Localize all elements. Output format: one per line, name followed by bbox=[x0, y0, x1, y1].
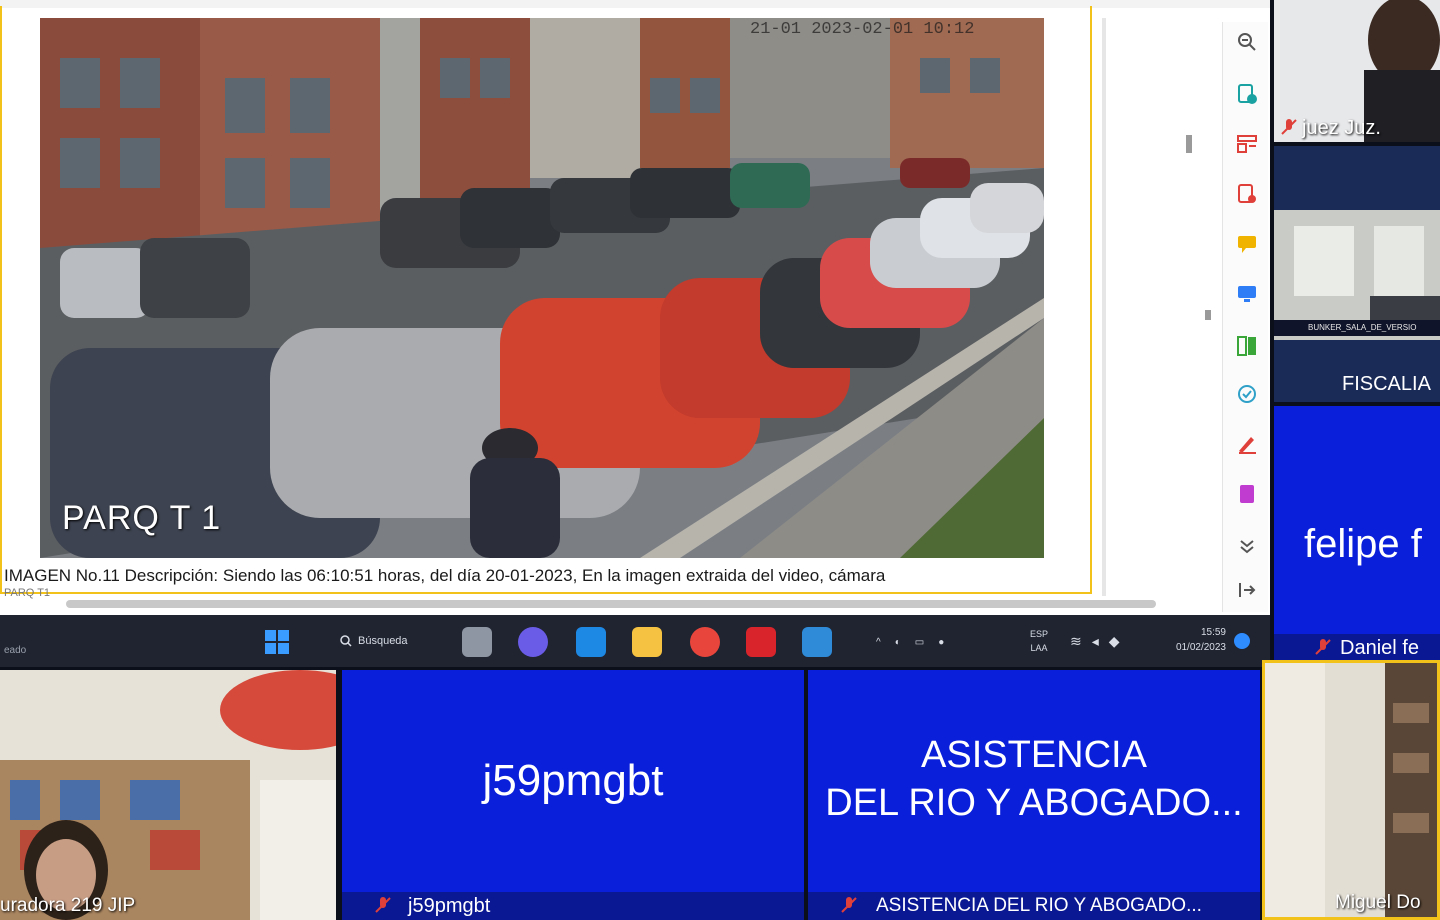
layout-icon[interactable] bbox=[1235, 132, 1259, 156]
mail-icon[interactable] bbox=[576, 627, 606, 657]
participant-video bbox=[1274, 146, 1440, 402]
windows-start-icon[interactable] bbox=[264, 629, 290, 655]
participant-tile-asistencia[interactable]: ASISTENCIA DEL RIO Y ABOGADO... ASISTENC… bbox=[808, 670, 1260, 920]
comment-icon[interactable] bbox=[1235, 232, 1259, 256]
file-explorer-icon[interactable] bbox=[632, 627, 662, 657]
participant-name: juez Juz. bbox=[1302, 116, 1381, 139]
participant-name: FISCALIA bbox=[1342, 372, 1431, 395]
clock-time: 15:59 bbox=[1200, 627, 1226, 638]
screen-share-icon[interactable] bbox=[1235, 282, 1259, 306]
participant-display-name-line1: ASISTENCIA bbox=[921, 734, 1147, 776]
sign-icon[interactable] bbox=[1235, 432, 1259, 456]
teams-chat-icon[interactable] bbox=[518, 627, 548, 657]
cctv-image: 21-01 2023-02-01 10:12 PARQ T 1 bbox=[40, 18, 1044, 558]
participant-tile-fiscalia[interactable]: BUNKER_SALA_DE_VERSIO FISCALIA bbox=[1274, 146, 1440, 402]
scroll-arrow-icon[interactable] bbox=[1205, 310, 1211, 320]
participant-name: uradora 219 JIP bbox=[0, 895, 136, 916]
add-document-icon[interactable] bbox=[1235, 82, 1259, 106]
export-document-icon[interactable] bbox=[1235, 182, 1259, 206]
keyboard-icon[interactable]: ▭ bbox=[915, 637, 924, 648]
zoom-icon[interactable] bbox=[1235, 30, 1259, 54]
participant-tile-juez[interactable]: juez Juz. bbox=[1274, 0, 1440, 142]
system-tray: ^ ◐ ▭ ● bbox=[876, 629, 944, 655]
participant-tile-curadora[interactable]: uradora 219 JIP bbox=[0, 670, 336, 920]
mic-off-icon bbox=[1315, 639, 1331, 655]
participant-video bbox=[1265, 663, 1437, 917]
participant-display-name-line2: DEL RIO Y ABOGADO... bbox=[825, 782, 1243, 824]
participant-tile-j59pmgbt[interactable]: j59pmgbt j59pmgbt bbox=[342, 670, 804, 920]
task-view-icon[interactable] bbox=[462, 627, 492, 657]
taskbar-left-text: eado bbox=[4, 645, 27, 656]
compare-icon[interactable] bbox=[1235, 334, 1259, 358]
pdf-tools-panel bbox=[1222, 22, 1268, 612]
acrobat-icon[interactable] bbox=[746, 627, 776, 657]
vertical-scroll-track[interactable] bbox=[1102, 18, 1106, 596]
meeting-window: 21-01 2023-02-01 10:12 PARQ T 1 IMAGEN N… bbox=[0, 0, 1440, 920]
participant-name: Miguel Do bbox=[1335, 892, 1421, 913]
search-label: Búsqueda bbox=[358, 635, 408, 647]
participant-display-name: j59pmgbt bbox=[482, 756, 664, 805]
camera-timestamp: 21-01 2023-02-01 10:12 bbox=[750, 20, 975, 39]
scan-icon[interactable] bbox=[1235, 382, 1259, 406]
image-caption-continued: PARQ T1 bbox=[4, 587, 51, 599]
shared-screen: 21-01 2023-02-01 10:12 PARQ T 1 IMAGEN N… bbox=[0, 0, 1270, 615]
search-icon bbox=[340, 635, 352, 647]
camera-label: PARQ T 1 bbox=[62, 499, 222, 537]
pdf-icon[interactable] bbox=[1235, 482, 1259, 506]
collapse-icon[interactable] bbox=[1235, 534, 1259, 558]
participant-tile-felipe[interactable]: felipe f Daniel fe bbox=[1274, 406, 1440, 662]
participant-video bbox=[0, 670, 336, 920]
mic-icon[interactable]: ● bbox=[938, 637, 944, 648]
chrome-icon[interactable] bbox=[690, 627, 720, 657]
headset-icon[interactable]: ◐ bbox=[895, 637, 901, 648]
participant-display-name: felipe f bbox=[1304, 522, 1422, 566]
chevron-up-icon[interactable]: ^ bbox=[876, 637, 881, 648]
mic-off-icon bbox=[841, 897, 857, 913]
participant-name: j59pmgbt bbox=[342, 892, 804, 920]
cctv-scene bbox=[40, 18, 1044, 558]
language-indicator[interactable]: ESP LAA bbox=[1030, 627, 1048, 655]
room-label: BUNKER_SALA_DE_VERSIO bbox=[1308, 323, 1417, 332]
network-volume-icons[interactable]: ≋◂◆ bbox=[1070, 633, 1130, 650]
lang-layout: LAA bbox=[1030, 643, 1048, 653]
taskbar-clock[interactable]: 15:59 01/02/2023 bbox=[1156, 625, 1226, 655]
clock-date: 01/02/2023 bbox=[1175, 642, 1226, 653]
image-caption: IMAGEN No.11 Descripción: Siendo las 06:… bbox=[4, 566, 886, 585]
app-icon[interactable] bbox=[802, 627, 832, 657]
participant-name: ASISTENCIA DEL RIO Y ABOGADO... bbox=[808, 892, 1260, 920]
notification-icon[interactable] bbox=[1234, 633, 1250, 649]
windows-taskbar: eado Búsqueda ^ ◐ ▭ ● ESP LAA ≋◂◆ 15:59 … bbox=[0, 615, 1270, 667]
exit-icon[interactable] bbox=[1235, 578, 1259, 602]
participant-tile-miguel[interactable]: Miguel Do bbox=[1262, 660, 1440, 920]
taskbar-search[interactable]: Búsqueda bbox=[330, 627, 440, 655]
mic-off-icon bbox=[375, 897, 391, 913]
lang-code: ESP bbox=[1030, 629, 1049, 639]
participant-name: Daniel fe bbox=[1274, 634, 1440, 662]
horizontal-scrollbar[interactable] bbox=[66, 600, 1156, 608]
vertical-scroll-thumb[interactable] bbox=[1186, 135, 1192, 153]
